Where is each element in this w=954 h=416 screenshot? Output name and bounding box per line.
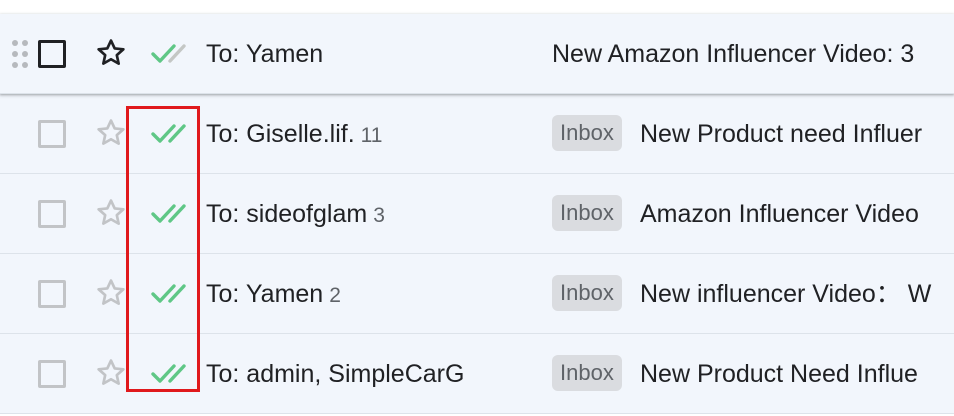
email-subject: New Product need Influer [640,120,923,148]
recipient-name: To: sideofglam [206,200,368,228]
email-subject: New influencer Video： W [640,280,932,308]
double-check-icon [150,200,194,226]
drag-handle-icon[interactable] [12,40,30,68]
thread-count: 2 [329,284,341,307]
double-check-icon [150,280,194,306]
inbox-label[interactable]: Inbox [552,195,622,231]
select-checkbox[interactable] [38,120,66,148]
star-icon[interactable] [94,276,128,310]
email-recipient: To: admin, SimpleCarG [206,358,490,392]
email-row[interactable]: To: admin, SimpleCarG Inbox New Product … [0,334,954,414]
email-recipient: To: Yamen [206,40,324,68]
star-icon[interactable] [94,116,128,150]
email-recipient: To: sideofglam 3 [206,198,490,232]
email-recipient: To: Giselle.lif. 11 [206,118,490,152]
star-icon[interactable] [94,196,128,230]
inbox-label[interactable]: Inbox [552,355,622,391]
recipient-name: To: Giselle.lif. [206,120,355,148]
recipient-name: To: Yamen [206,280,324,308]
double-check-icon [150,40,194,66]
email-row[interactable]: To: sideofglam 3 Inbox Amazon Influencer … [0,174,954,254]
email-recipient: To: Yamen 2 [206,278,490,312]
recipient-name: To: admin, SimpleCarG [206,360,465,388]
double-check-icon [150,120,194,146]
thread-count: 3 [373,204,385,227]
select-checkbox[interactable] [38,40,66,68]
inbox-label[interactable]: Inbox [552,115,622,151]
email-subject: New Product Need Influe [640,360,918,388]
thread-count: 11 [360,124,383,147]
select-checkbox[interactable] [38,280,66,308]
email-row[interactable]: To: Giselle.lif. 11 Inbox New Product nee… [0,94,954,174]
star-icon[interactable] [94,36,128,70]
inbox-label[interactable]: Inbox [552,275,622,311]
email-row[interactable]: To: Yamen 2 Inbox New influencer Video： W [0,254,954,334]
double-check-icon [150,360,194,386]
email-list: To: Yamen New Amazon Influencer Video: 3… [0,14,954,414]
email-subject: New Amazon Influencer Video: 3 [552,40,915,68]
email-subject: Amazon Influencer Video [640,200,919,228]
select-checkbox[interactable] [38,200,66,228]
select-checkbox[interactable] [38,360,66,388]
email-row[interactable]: To: Yamen New Amazon Influencer Video: 3 [0,14,954,94]
email-list-view: To: Yamen New Amazon Influencer Video: 3… [0,0,954,416]
star-icon[interactable] [94,356,128,390]
